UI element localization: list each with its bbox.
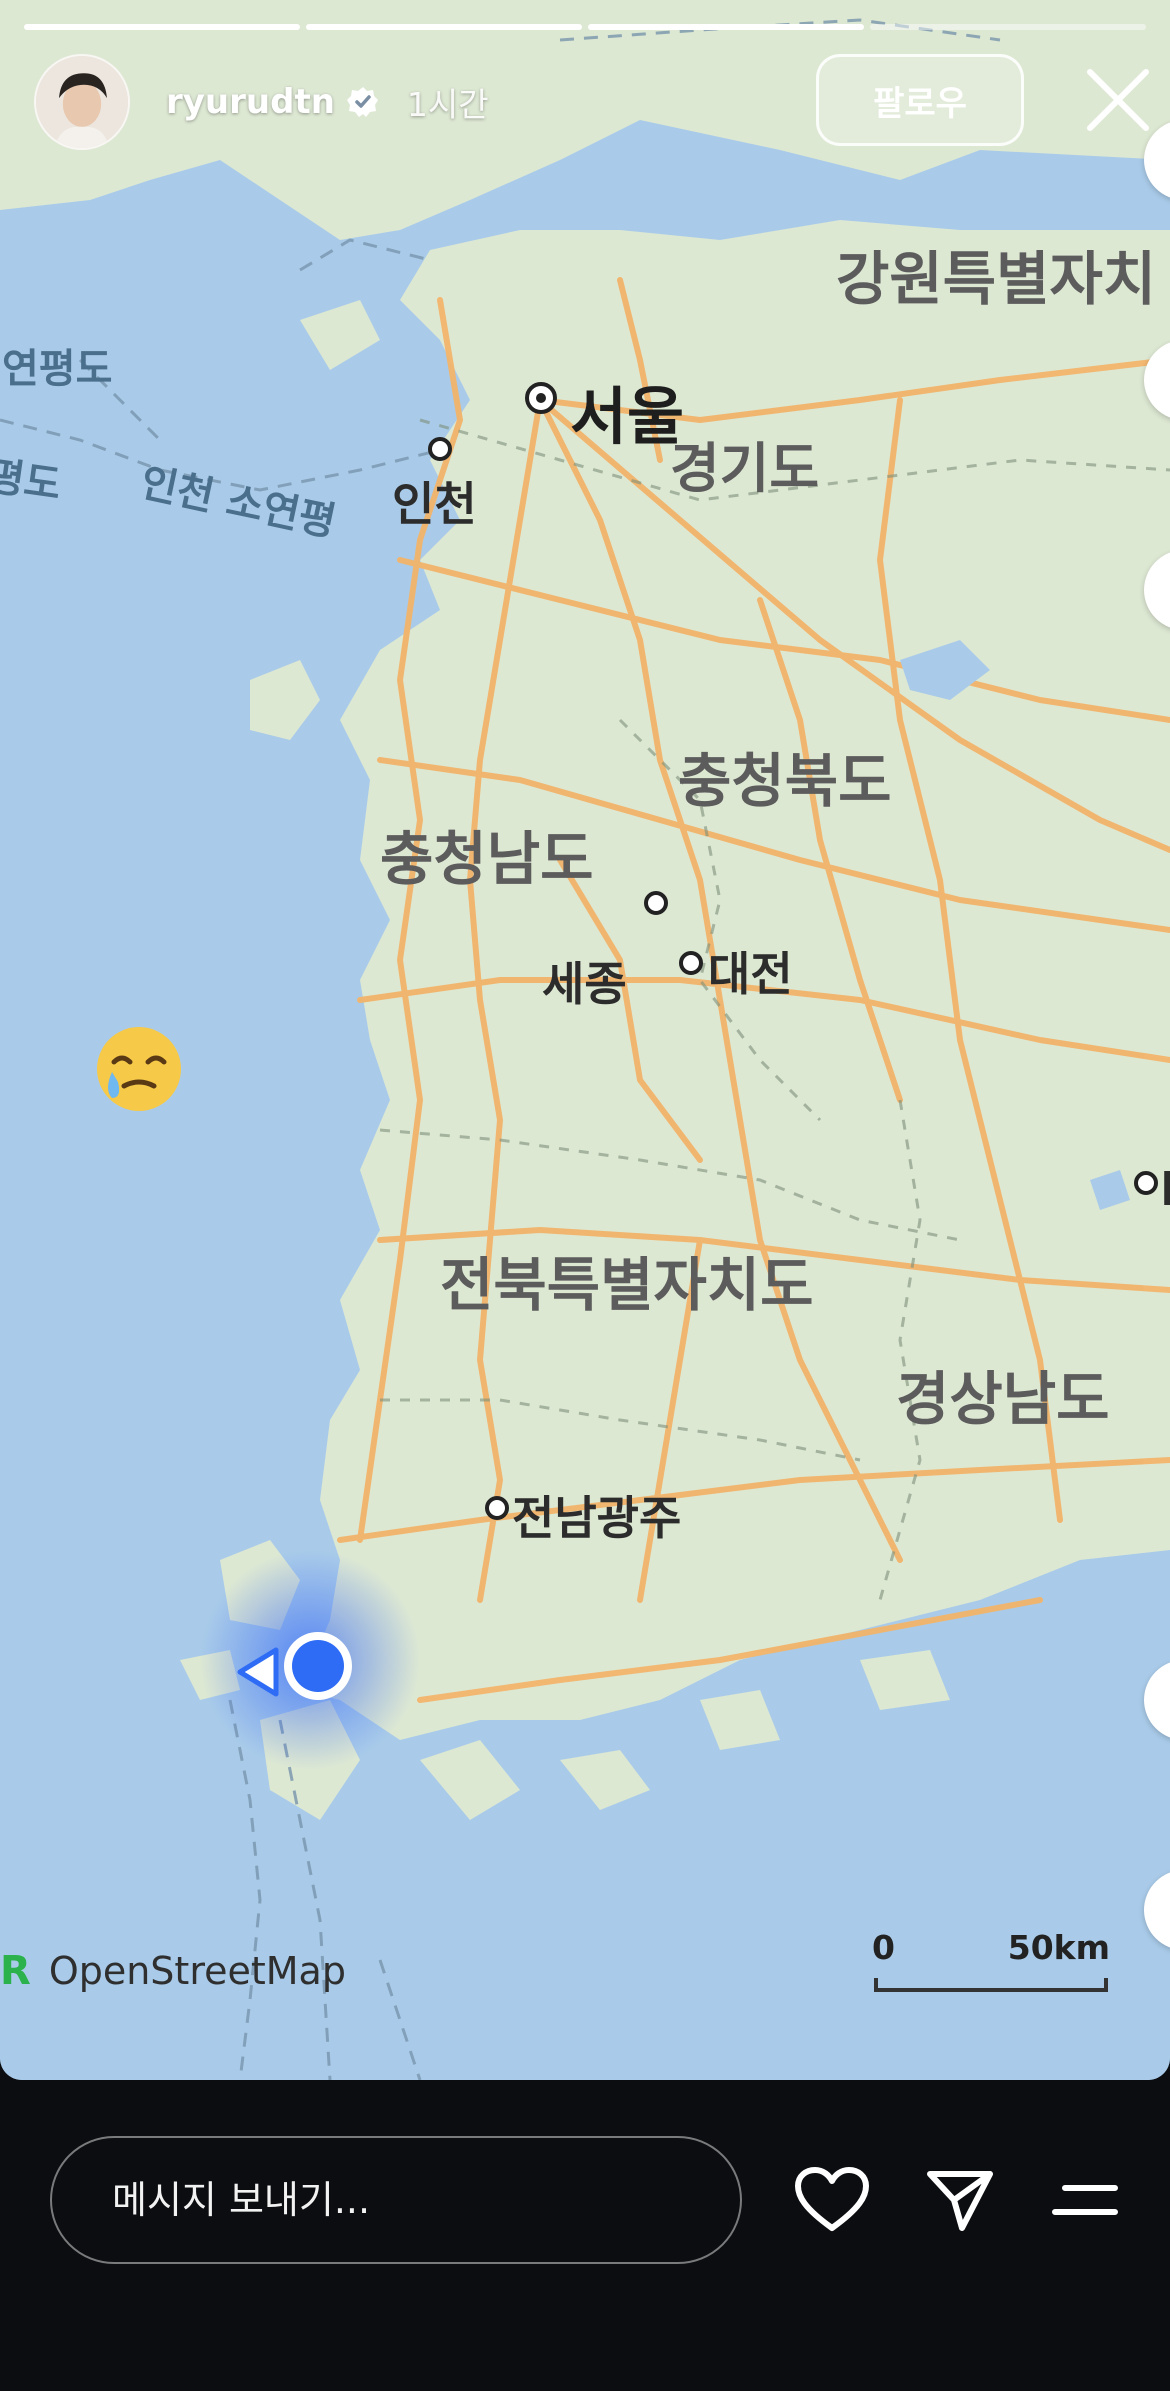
scale-start: 0 (872, 1928, 895, 1967)
username[interactable]: ryurudtn (166, 82, 335, 122)
story-frame[interactable]: 강원특별자치 경기도 서울 인천 연평도 평도 인천 소연평 충청북도 충청남도… (0, 0, 1170, 2080)
attribution-text: OpenStreetMap (48, 1949, 346, 1993)
progress-segment (306, 24, 582, 30)
map-label-sejong: 세종 (542, 957, 627, 1011)
map-label-chungbuk: 충청북도 (678, 747, 892, 815)
close-icon[interactable] (1084, 66, 1152, 134)
more-options-button[interactable] (1046, 2160, 1126, 2240)
map-label-yeonpyeong: 연평도 (2, 346, 113, 392)
menu-icon (1052, 2185, 1118, 2215)
map-label-gyeongnam: 경상남도 (896, 1365, 1110, 1433)
share-button[interactable] (920, 2160, 1000, 2240)
map-scale-bar: 0 50km (872, 1928, 1110, 1998)
verified-badge-icon (346, 87, 378, 117)
send-icon (927, 2171, 993, 2231)
map-label-chungnam: 충청남도 (380, 825, 594, 893)
map-label-daejeon: 대전 (708, 947, 793, 1001)
message-input[interactable] (50, 2136, 742, 2264)
map-label-gyeonggi: 경기도 (670, 437, 820, 500)
current-location-marker[interactable] (232, 1622, 362, 1702)
map-label-yeonpyeong-2: 평도 (0, 453, 64, 509)
map-label-edge: D (1160, 1162, 1170, 1216)
map-attribution: R OpenStreetMap (0, 1948, 346, 1994)
map-label-seoul: 서울 (570, 380, 685, 453)
scale-line (874, 1978, 1108, 1992)
like-button[interactable] (792, 2160, 872, 2240)
map-label-incheon: 인천 (392, 477, 477, 531)
follow-button[interactable]: 팔로우 (816, 54, 1024, 146)
post-time: 1시간 (406, 85, 489, 124)
map-label-gwangju: 전남광주 (512, 1491, 682, 1545)
story-progress-bar (24, 24, 1146, 30)
story-header: ryurudtn 1시간 팔로우 (34, 52, 1149, 152)
avatar[interactable] (34, 54, 130, 150)
face-holding-back-tears-icon[interactable] (94, 1024, 184, 1114)
progress-segment (588, 24, 864, 30)
story-reply-bar (0, 2080, 1170, 2391)
heart-icon (795, 2167, 869, 2231)
avatar-photo-icon (36, 56, 128, 148)
progress-segment (870, 24, 1146, 30)
map-label-jeonbuk: 전북특별자치도 (440, 1251, 814, 1319)
progress-segment (24, 24, 300, 30)
attribution-prefix: R (0, 1948, 31, 1994)
scale-end: 50km (1007, 1928, 1110, 1967)
map-label-gangwon: 강원특별자치 (836, 245, 1157, 313)
